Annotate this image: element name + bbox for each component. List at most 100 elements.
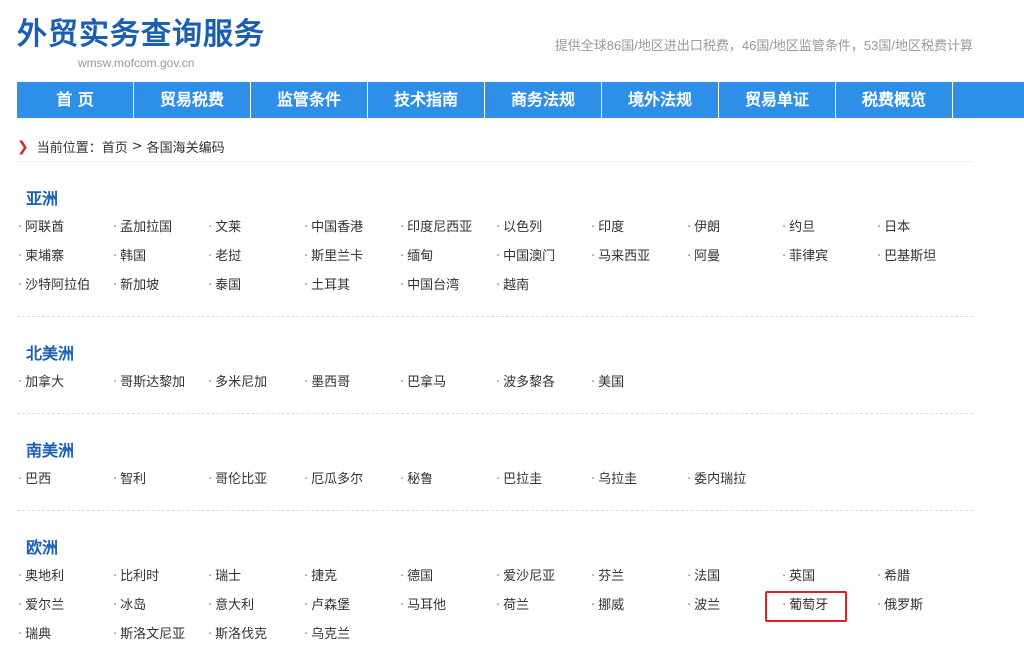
nav-tax-overview[interactable]: 税费概览 bbox=[836, 82, 953, 118]
country-link[interactable]: · 波多黎各 bbox=[496, 374, 555, 392]
country-link[interactable]: · 哥伦比亚 bbox=[208, 471, 267, 489]
country-link[interactable]: · 捷克 bbox=[304, 568, 337, 586]
region-divider bbox=[17, 316, 973, 317]
country-link[interactable]: · 多米尼加 bbox=[208, 374, 267, 392]
country-link[interactable]: · 爱尔兰 bbox=[18, 597, 64, 615]
bullet-dot: · bbox=[687, 598, 692, 613]
country-link[interactable]: · 芬兰 bbox=[591, 568, 624, 586]
country-link[interactable]: · 斯洛伐克 bbox=[208, 626, 267, 644]
bullet-dot: · bbox=[113, 627, 118, 642]
country-link[interactable]: · 孟加拉国 bbox=[113, 219, 172, 237]
country-link[interactable]: · 瑞士 bbox=[208, 568, 241, 586]
country-link[interactable]: · 印度 bbox=[591, 219, 624, 237]
country-link[interactable]: · 阿联酋 bbox=[18, 219, 64, 237]
country-label: 爱沙尼亚 bbox=[503, 569, 556, 584]
country-link[interactable]: · 奥地利 bbox=[18, 568, 64, 586]
country-link[interactable]: · 沙特阿拉伯 bbox=[18, 277, 90, 295]
site-title[interactable]: 外贸实务查询服务 bbox=[17, 17, 265, 53]
country-link[interactable]: · 斯洛文尼亚 bbox=[113, 626, 185, 644]
country-link[interactable]: · 阿曼 bbox=[687, 248, 720, 266]
country-link[interactable]: · 瑞典 bbox=[18, 626, 51, 644]
country-link[interactable]: · 加拿大 bbox=[18, 374, 64, 392]
country-label: 冰岛 bbox=[120, 598, 147, 613]
country-link[interactable]: · 哥斯达黎加 bbox=[113, 374, 185, 392]
country-link[interactable]: · 马耳他 bbox=[400, 597, 446, 615]
bullet-dot: · bbox=[208, 627, 213, 642]
country-link[interactable]: · 约旦 bbox=[782, 219, 815, 237]
country-link[interactable]: · 以色列 bbox=[496, 219, 542, 237]
country-label: 瑞士 bbox=[215, 569, 242, 584]
country-link[interactable]: · 荷兰 bbox=[496, 597, 529, 615]
country-link[interactable]: · 柬埔寨 bbox=[18, 248, 64, 266]
bullet-dot: · bbox=[400, 569, 405, 584]
country-link[interactable]: · 委内瑞拉 bbox=[687, 471, 746, 489]
bullet-dot: · bbox=[304, 627, 309, 642]
site-slogan: 提供全球86国/地区进出口税费，46国/地区监管条件，53国/地区税费计算 bbox=[554, 38, 973, 53]
nav-foreign-law[interactable]: 境外法规 bbox=[602, 82, 719, 118]
country-link[interactable]: · 韩国 bbox=[113, 248, 146, 266]
nav-regulatory-conditions[interactable]: 监管条件 bbox=[251, 82, 368, 118]
country-link[interactable]: · 日本 bbox=[877, 219, 910, 237]
country-link[interactable]: · 中国台湾 bbox=[400, 277, 459, 295]
country-link[interactable]: · 中国澳门 bbox=[496, 248, 555, 266]
country-link[interactable]: · 美国 bbox=[591, 374, 624, 392]
country-link[interactable]: · 巴基斯坦 bbox=[877, 248, 936, 266]
bullet-dot: · bbox=[782, 220, 787, 235]
country-link[interactable]: · 缅甸 bbox=[400, 248, 433, 266]
bullet-dot: · bbox=[113, 569, 118, 584]
country-link[interactable]: · 巴西 bbox=[18, 471, 51, 489]
bullet-dot: · bbox=[400, 220, 405, 235]
country-link[interactable]: · 意大利 bbox=[208, 597, 254, 615]
bullet-dot: · bbox=[208, 472, 213, 487]
country-link[interactable]: · 法国 bbox=[687, 568, 720, 586]
country-link[interactable]: · 波兰 bbox=[687, 597, 720, 615]
country-link[interactable]: · 墨西哥 bbox=[304, 374, 350, 392]
country-link[interactable]: · 印度尼西亚 bbox=[400, 219, 472, 237]
country-link[interactable]: · 土耳其 bbox=[304, 277, 350, 295]
country-link[interactable]: · 厄瓜多尔 bbox=[304, 471, 363, 489]
country-label: 巴拉圭 bbox=[503, 472, 543, 487]
country-link[interactable]: · 冰岛 bbox=[113, 597, 146, 615]
country-link[interactable]: · 越南 bbox=[496, 277, 529, 295]
country-link[interactable]: · 伊朗 bbox=[687, 219, 720, 237]
bullet-dot: · bbox=[591, 220, 596, 235]
country-link[interactable]: · 新加坡 bbox=[113, 277, 159, 295]
bullet-dot: · bbox=[113, 249, 118, 264]
country-label: 缅甸 bbox=[407, 249, 434, 264]
country-link[interactable]: · 爱沙尼亚 bbox=[496, 568, 555, 586]
country-link[interactable]: · 泰国 bbox=[208, 277, 241, 295]
country-link[interactable]: · 巴拿马 bbox=[400, 374, 446, 392]
country-link[interactable]: · 希腊 bbox=[877, 568, 910, 586]
country-link[interactable]: · 比利时 bbox=[113, 568, 159, 586]
nav-commerce-law[interactable]: 商务法规 bbox=[485, 82, 602, 118]
country-link[interactable]: · 菲律宾 bbox=[782, 248, 828, 266]
nav-trade-tax[interactable]: 贸易税费 bbox=[134, 82, 251, 118]
country-label: 斯洛伐克 bbox=[215, 627, 268, 642]
country-link[interactable]: · 德国 bbox=[400, 568, 433, 586]
country-link[interactable]: · 老挝 bbox=[208, 248, 241, 266]
country-label: 菲律宾 bbox=[789, 249, 829, 264]
bullet-dot: · bbox=[113, 220, 118, 235]
country-link[interactable]: · 中国香港 bbox=[304, 219, 363, 237]
country-link[interactable]: · 秘鲁 bbox=[400, 471, 433, 489]
nav-home[interactable]: 首 页 bbox=[17, 82, 134, 118]
country-link[interactable]: · 葡萄牙 bbox=[782, 597, 828, 615]
country-link[interactable]: · 乌克兰 bbox=[304, 626, 350, 644]
country-link[interactable]: · 文莱 bbox=[208, 219, 241, 237]
country-link[interactable]: · 马来西亚 bbox=[591, 248, 650, 266]
breadcrumb-home-link[interactable]: 首页 bbox=[102, 137, 128, 156]
country-link[interactable]: · 挪威 bbox=[591, 597, 624, 615]
bullet-dot: · bbox=[18, 220, 23, 235]
country-link[interactable]: · 俄罗斯 bbox=[877, 597, 923, 615]
country-label: 美国 bbox=[598, 375, 625, 390]
country-link[interactable]: · 英国 bbox=[782, 568, 815, 586]
country-link[interactable]: · 卢森堡 bbox=[304, 597, 350, 615]
country-link[interactable]: · 巴拉圭 bbox=[496, 471, 542, 489]
country-link[interactable]: · 乌拉圭 bbox=[591, 471, 637, 489]
country-link[interactable]: · 斯里兰卡 bbox=[304, 248, 363, 266]
country-label: 中国澳门 bbox=[503, 249, 556, 264]
nav-trade-documents[interactable]: 贸易单证 bbox=[719, 82, 836, 118]
country-link[interactable]: · 智利 bbox=[113, 471, 146, 489]
nav-technical-guide[interactable]: 技术指南 bbox=[368, 82, 485, 118]
bullet-dot: · bbox=[304, 569, 309, 584]
